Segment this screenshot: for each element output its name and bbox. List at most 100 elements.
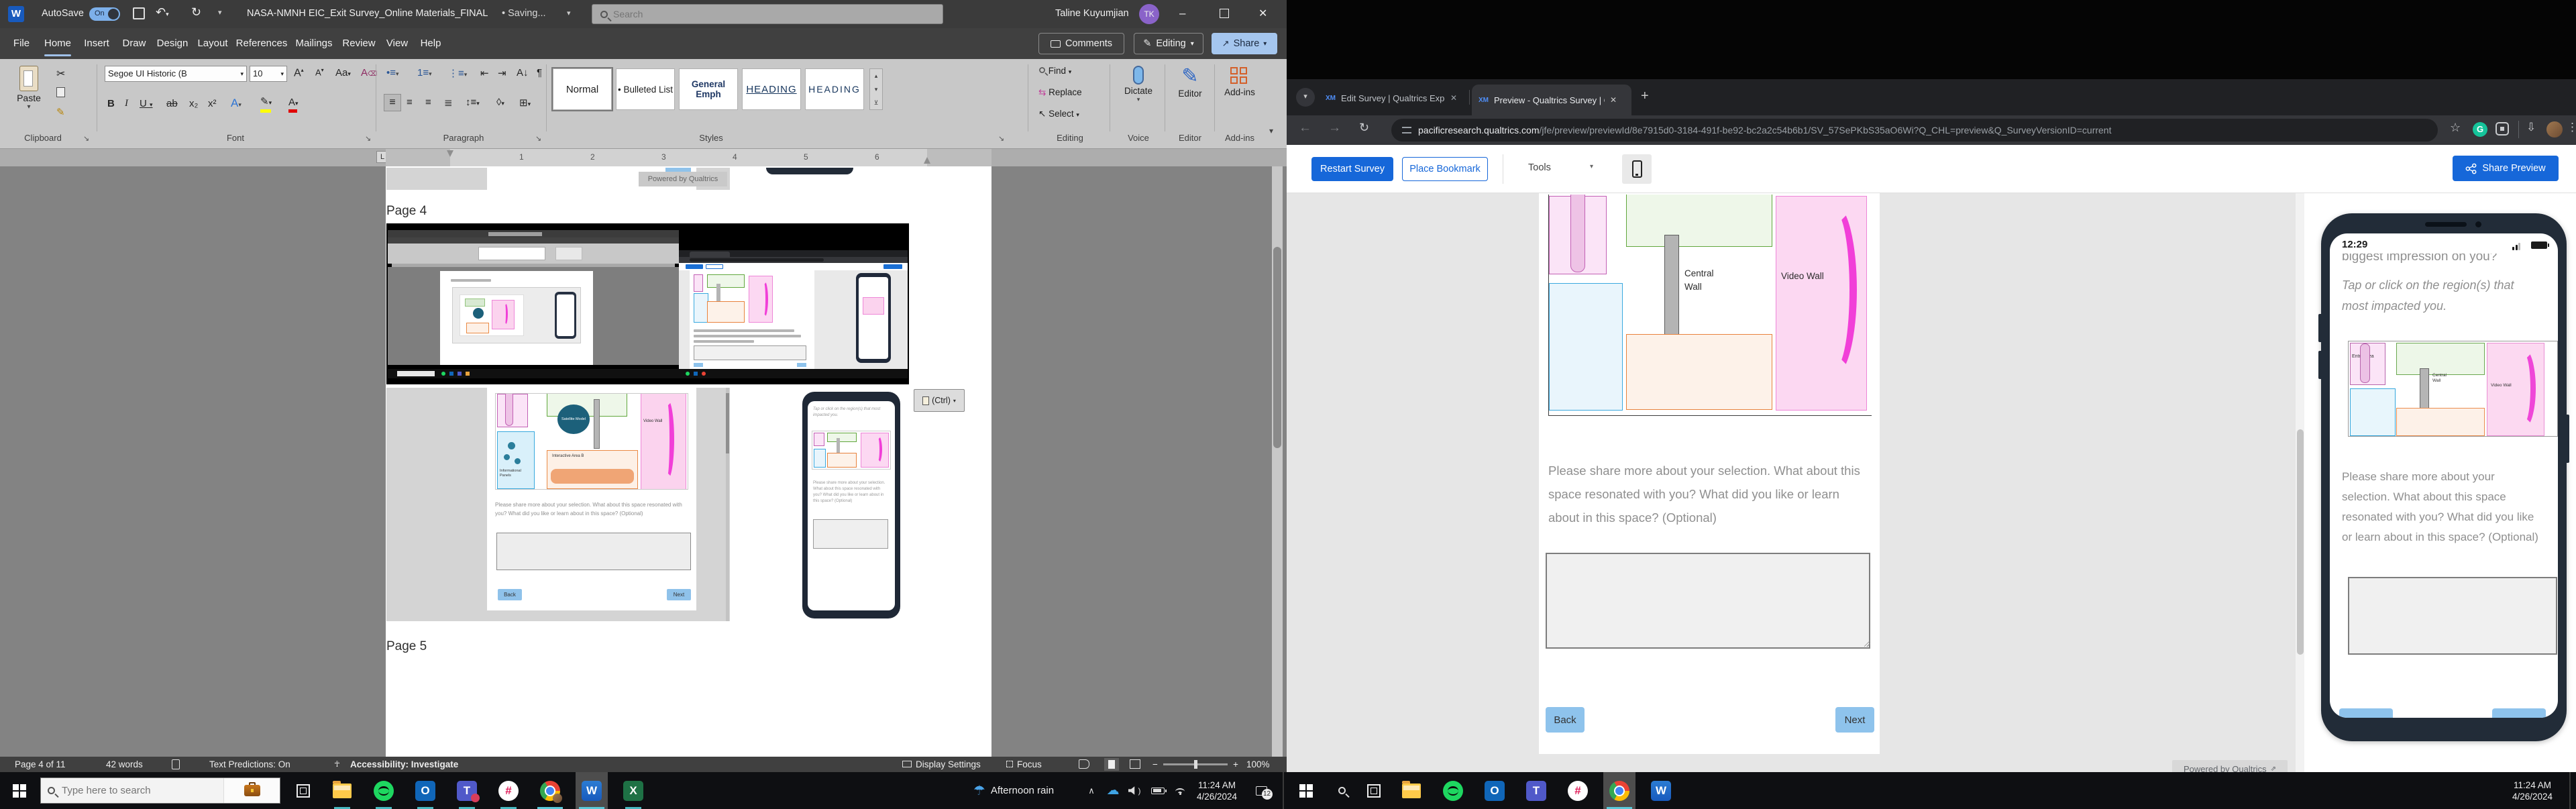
chrome-tab-1[interactable]: XM Edit Survey | Qualtrics Experienc ✕ xyxy=(1320,86,1468,110)
select-button[interactable]: ↖ Select ▾ xyxy=(1038,109,1079,119)
taskbar-chrome[interactable] xyxy=(534,772,566,809)
title-chevron-icon[interactable]: ▾ xyxy=(567,9,571,17)
collapse-ribbon-icon[interactable]: ▾ xyxy=(1269,126,1273,136)
phone-back-button[interactable] xyxy=(2339,708,2393,718)
forward-icon[interactable]: → xyxy=(1328,121,1341,136)
align-right-button[interactable]: ≡ xyxy=(425,97,431,108)
font-color-button[interactable]: A▾ xyxy=(288,97,299,108)
back-button[interactable]: Back xyxy=(1546,707,1585,733)
read-mode-icon[interactable] xyxy=(1079,759,1089,769)
proofing-icon[interactable] xyxy=(172,759,180,769)
grammarly-extension-icon[interactable]: G xyxy=(2473,122,2487,137)
clock-2[interactable]: 11:24 AM 4/26/2024 xyxy=(2502,772,2563,809)
start-button[interactable] xyxy=(0,772,39,809)
clear-formatting-icon[interactable]: A⌫ xyxy=(361,67,377,78)
doc-image-screenshot-1[interactable] xyxy=(386,223,909,384)
shrink-font-icon[interactable]: A▾ xyxy=(315,67,324,77)
editor-button[interactable]: ✎ Editor xyxy=(1169,64,1212,99)
undo-icon[interactable]: ↶▾ xyxy=(156,5,169,19)
phone-next-button[interactable] xyxy=(2492,708,2546,718)
word-scrollbar-thumb[interactable] xyxy=(1273,247,1281,448)
font-name-combo[interactable]: Segoe UI Historic (B▾ xyxy=(105,66,247,82)
tools-dropdown[interactable]: Tools xyxy=(1528,162,1551,173)
tab-file[interactable]: File xyxy=(5,28,38,59)
web-layout-icon[interactable] xyxy=(1130,759,1140,769)
multilevel-list-icon[interactable]: ⋮≡▾ xyxy=(448,67,467,79)
zoom-slider[interactable] xyxy=(1163,763,1228,765)
align-center-button[interactable]: ≡ xyxy=(407,97,413,108)
floorplan-blue-room[interactable] xyxy=(1549,283,1623,411)
ruler[interactable]: L 1 2 3 4 5 6 xyxy=(0,149,1287,166)
style-general-emph[interactable]: General Emph xyxy=(679,68,738,110)
status-predictions[interactable]: Text Predictions: On xyxy=(209,757,290,772)
restart-survey-button[interactable]: Restart Survey xyxy=(1311,157,1393,181)
show-desktop-button[interactable] xyxy=(2569,772,2571,809)
taskbar2-file-explorer[interactable] xyxy=(1395,772,1428,809)
pilcrow-icon[interactable]: ¶ xyxy=(537,67,542,78)
taskbar2-teams[interactable]: T xyxy=(1520,772,1552,809)
floorplan-green-room[interactable] xyxy=(1626,195,1772,247)
subscript-button[interactable]: x₂ xyxy=(189,98,198,109)
tab-references[interactable]: References xyxy=(233,28,290,59)
text-effects-icon[interactable]: A▾ xyxy=(231,97,241,110)
omnibox[interactable]: pacificresearch.qualtrics.com/jfe/previe… xyxy=(1391,119,2438,142)
styles-dialog-launcher[interactable]: ↘ xyxy=(998,134,1004,143)
textarea-resize-handle[interactable] xyxy=(1864,641,1870,647)
tab-help[interactable]: Help xyxy=(415,28,447,59)
status-display-settings[interactable]: Display Settings xyxy=(902,757,981,772)
justify-button[interactable]: ≣ xyxy=(444,97,453,109)
change-case-icon[interactable]: Aa▾ xyxy=(335,67,351,78)
mobile-view-toggle[interactable] xyxy=(1622,154,1652,184)
notification-center[interactable]: 12 xyxy=(1246,772,1276,809)
bold-button[interactable]: B xyxy=(107,98,115,109)
floorplan-image[interactable]: Central Wall Video Wall xyxy=(1548,195,1872,416)
volume-icon[interactable]: ) xyxy=(1124,772,1144,809)
phone-floorplan-image[interactable]: Entry Area Central Wall Video Wall xyxy=(2348,341,2558,437)
battery-icon[interactable] xyxy=(1147,772,1169,809)
line-spacing-icon[interactable]: ↕≡▾ xyxy=(466,97,480,108)
decrease-indent-icon[interactable]: ⇤ xyxy=(480,67,489,79)
weather-widget[interactable]: ☂ Afternoon rain xyxy=(957,772,1071,809)
replace-button[interactable]: ⇆ Replace xyxy=(1038,87,1082,98)
share-button[interactable]: ↗ Share ▾ xyxy=(1212,33,1277,54)
strikethrough-button[interactable]: ab xyxy=(166,98,178,109)
copy-icon[interactable] xyxy=(56,87,65,97)
highlight-button[interactable]: ✎▾ xyxy=(260,95,272,107)
taskbar2-word[interactable]: W xyxy=(1645,772,1677,809)
tab-close-icon[interactable]: ✕ xyxy=(1450,93,1457,103)
task-view-button-2[interactable] xyxy=(1359,772,1389,809)
editing-mode-button[interactable]: ✎ Editing ▾ xyxy=(1134,33,1203,54)
tab-draw[interactable]: Draw xyxy=(117,28,152,59)
tab-mailings[interactable]: Mailings xyxy=(291,28,337,59)
place-bookmark-button[interactable]: Place Bookmark xyxy=(1402,157,1488,181)
profile-avatar[interactable] xyxy=(2546,121,2563,138)
italic-button[interactable]: I xyxy=(125,98,128,109)
wifi-icon[interactable] xyxy=(1170,772,1190,809)
tab-review[interactable]: Review xyxy=(338,28,380,59)
taskbar-teams[interactable]: T xyxy=(451,772,483,809)
survey-scrollbar[interactable] xyxy=(2296,193,2304,772)
taskbar-spotify[interactable] xyxy=(368,772,400,809)
floorplan-entry-pill[interactable] xyxy=(1570,195,1585,272)
taskbar-search-input[interactable] xyxy=(62,785,203,796)
zoom-level[interactable]: 100% xyxy=(1246,757,1270,772)
status-page[interactable]: Page 4 of 11 xyxy=(15,757,66,772)
floorplan-video-wall-room[interactable] xyxy=(1776,196,1867,411)
word-search-box[interactable] xyxy=(592,4,943,24)
tray-expand-icon[interactable]: ∧ xyxy=(1081,772,1102,809)
doc-image-screenshot-2[interactable]: Satellite Model Informational Panels Int… xyxy=(386,388,909,621)
numbering-icon[interactable]: 1≡▾ xyxy=(417,67,432,78)
clipboard-dialog-launcher[interactable]: ↘ xyxy=(83,134,89,143)
share-preview-button[interactable]: Share Preview xyxy=(2453,156,2559,181)
search-highlight-button[interactable] xyxy=(223,778,280,803)
status-focus[interactable]: Focus xyxy=(1006,757,1042,772)
tools-chevron-icon[interactable]: ▾ xyxy=(1590,163,1593,170)
tab-design[interactable]: Design xyxy=(153,28,192,59)
zoom-out-button[interactable]: − xyxy=(1152,757,1158,772)
save-icon[interactable] xyxy=(133,7,145,19)
autosave-toggle[interactable]: On xyxy=(89,7,120,21)
doc-image-partial[interactable]: Powered by Qualtrics xyxy=(386,168,909,190)
restore-button[interactable] xyxy=(1220,9,1229,18)
taskbar2-slack[interactable]: # xyxy=(1562,772,1594,809)
extensions-icon[interactable] xyxy=(2496,122,2509,136)
